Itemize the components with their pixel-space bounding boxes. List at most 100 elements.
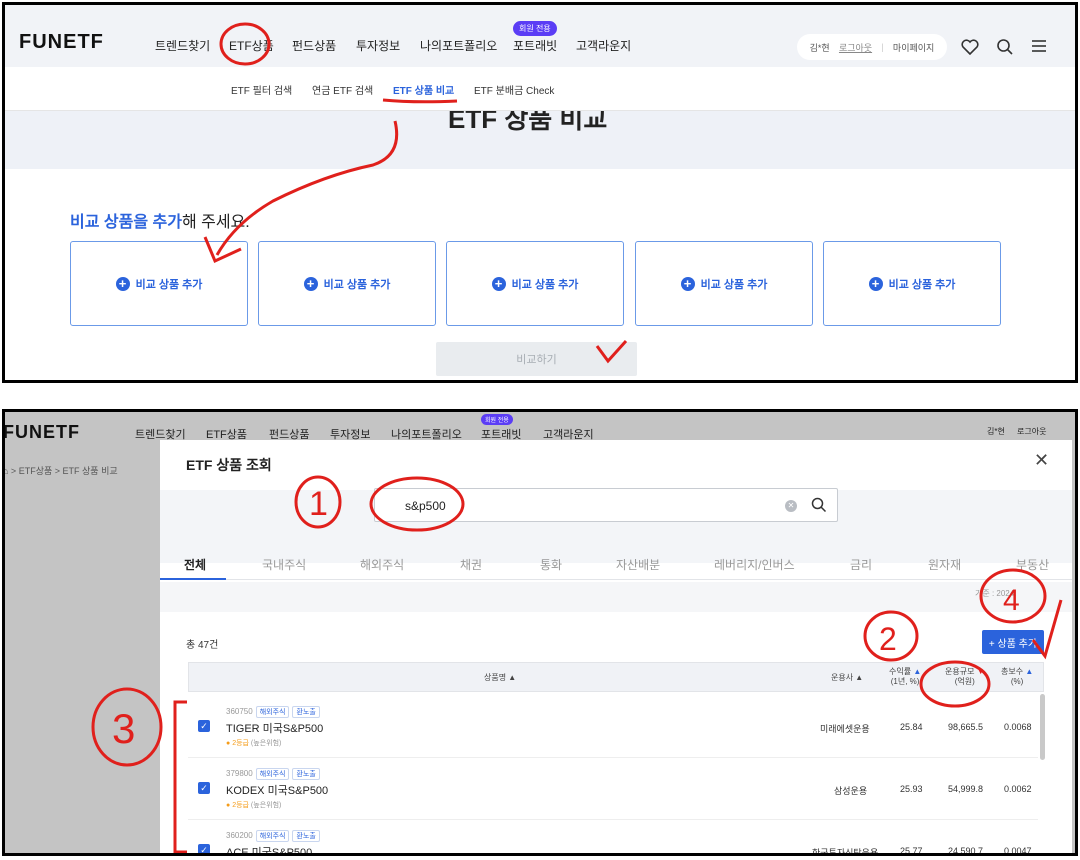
fee-cell: 0.0047 — [1004, 846, 1032, 856]
col-aum-unit: (억원) — [954, 677, 975, 686]
top-screenshot-panel: FUNETF 트렌드찾기 ETF상품 펀드상품 투자정보 나의포트폴리오 회원 … — [2, 2, 1078, 383]
add-prompt-highlight: 비교 상품을 추가 — [70, 214, 182, 231]
col-return-label: 수익률 — [889, 667, 912, 676]
company-cell: 미래에셋운용 — [820, 724, 870, 734]
add-product-label: 비교 상품 추가 — [700, 278, 768, 291]
filter-strip — [160, 582, 1072, 612]
tab-foreign-equity[interactable]: 해외주식 — [360, 556, 404, 573]
product-name[interactable]: TIGER 미국S&P500 — [226, 720, 323, 736]
tab-real-estate[interactable]: 부동산 — [1016, 556, 1049, 573]
logout-link: 로그아웃 — [1017, 427, 1047, 436]
table-header: 상품명 ▲ 운용사 ▲ 수익률 ▲ (1년, %) 운용규모 ▼ (억원) 총보수 … — [188, 662, 1044, 692]
user-name: 김*현 — [987, 427, 1005, 436]
page-title: ETF 상품 비교 — [448, 111, 608, 134]
aum-cell: 54,999.8 — [948, 784, 984, 794]
members-only-badge: 회원 전용 — [481, 414, 513, 425]
etf-search-modal: ETF 상품 조회 ✕ s&p500 ✕ 전체 국내주식 해외주식 채권 통화 … — [160, 440, 1072, 856]
members-only-badge: 회원 전용 — [513, 21, 557, 36]
subnav-pension-etf[interactable]: 연금 ETF 검색 — [312, 82, 373, 97]
sort-icon: ▲ — [913, 667, 922, 676]
col-return[interactable]: 수익률 ▲ (1년, %) — [889, 667, 921, 687]
funetf-logo: FUNETF — [3, 422, 80, 442]
hamburger-menu-icon[interactable] — [1031, 39, 1047, 53]
category-tabs: 전체 국내주식 해외주식 채권 통화 자산배분 레버리지/인버스 금리 원자재 … — [160, 548, 1072, 580]
plus-icon: + — [491, 276, 506, 291]
tab-domestic-equity[interactable]: 국내주식 — [262, 556, 306, 573]
compare-button[interactable]: 비교하기 — [436, 342, 637, 376]
add-product-card[interactable]: + 비교 상품 추가 — [635, 241, 813, 326]
add-product-card[interactable]: + 비교 상품 추가 — [446, 241, 624, 326]
tab-commodity[interactable]: 원자재 — [928, 556, 961, 573]
col-aum[interactable]: 운용규모 ▼ (억원) — [945, 667, 985, 687]
subnav-etf-compare[interactable]: ETF 상품 비교 — [393, 82, 454, 97]
search-icon[interactable] — [996, 38, 1014, 56]
nav-my-portfolio[interactable]: 나의포트폴리오 — [420, 37, 497, 54]
nav-customer-lounge[interactable]: 고객라운지 — [576, 37, 631, 54]
checkbox-checked[interactable]: ✓ — [198, 720, 210, 732]
add-prompt-rest: 해 주세요. — [181, 214, 250, 231]
add-product-button[interactable]: + 상품 추가 — [982, 630, 1044, 654]
nav-fund-products[interactable]: 펀드상품 — [292, 37, 336, 54]
search-icon[interactable] — [811, 497, 827, 513]
close-icon[interactable]: ✕ — [1034, 450, 1049, 471]
subnav-etf-filter[interactable]: ETF 필터 검색 — [231, 82, 292, 97]
scrollbar[interactable] — [1040, 694, 1045, 760]
tab-interest-rate[interactable]: 금리 — [850, 556, 872, 573]
tag: 환노출 — [292, 706, 320, 718]
active-tab-indicator — [160, 578, 226, 580]
fee-cell: 0.0068 — [1004, 722, 1032, 732]
product-code-line: 360200 해외주식 환노출 — [226, 830, 320, 842]
divider: | — [881, 42, 884, 52]
return-cell: 25.84 — [900, 722, 923, 732]
checkbox-checked[interactable]: ✓ — [198, 782, 210, 794]
col-product-name[interactable]: 상품명 ▲ — [484, 673, 516, 683]
bottom-screenshot-panel: FUNETF 트렌드찾기 ETF상품 펀드상품 투자정보 나의포트폴리오 회원 … — [2, 409, 1078, 856]
nav-etf-products[interactable]: ETF상품 — [229, 37, 274, 54]
add-product-card[interactable]: + 비교 상품 추가 — [258, 241, 436, 326]
col-return-unit: (1년, %) — [890, 677, 920, 686]
table-row[interactable]: ✓ 360200 해외주식 환노출 ACE 미국S&P500 한국투자신탁운용 25… — [188, 820, 1038, 856]
sort-desc-icon: ▼ — [976, 667, 985, 676]
funetf-logo[interactable]: FUNETF — [19, 31, 104, 54]
nav-trend[interactable]: 트렌드찾기 — [155, 37, 210, 54]
risk-grade-text: 2등급 — [232, 740, 249, 747]
product-name[interactable]: KODEX 미국S&P500 — [226, 782, 328, 798]
heart-icon[interactable] — [961, 39, 979, 55]
plus-icon: + — [115, 276, 130, 291]
tag: 해외주식 — [255, 768, 290, 780]
global-nav: FUNETF 트렌드찾기 ETF상품 펀드상품 투자정보 나의포트폴리오 회원 … — [5, 5, 1075, 67]
tab-currency[interactable]: 통화 — [540, 556, 562, 573]
page-banner: ETF 상품 비교 — [5, 111, 1075, 169]
company-cell: 삼성운용 — [834, 786, 868, 796]
nav-invest-info[interactable]: 투자정보 — [356, 37, 400, 54]
aum-cell: 98,665.5 — [948, 722, 984, 732]
breadcrumb: ⌂ > ETF상품 > ETF 상품 비교 — [3, 466, 118, 476]
tag: 환노출 — [292, 768, 320, 780]
subnav-distribution-check[interactable]: ETF 분배금 Check — [474, 82, 554, 97]
fee-cell: 0.0062 — [1004, 784, 1032, 794]
product-code-line: 360750 해외주식 환노출 — [226, 706, 320, 718]
search-input[interactable]: s&p500 ✕ — [374, 488, 838, 522]
col-fee[interactable]: 총보수 ▲ (%) — [1001, 667, 1033, 687]
col-company[interactable]: 운용사 ▲ — [831, 673, 863, 683]
checkbox-checked[interactable]: ✓ — [198, 844, 210, 853]
plus-icon: + — [680, 276, 695, 291]
col-aum-label: 운용규모 — [945, 667, 975, 676]
table-row[interactable]: ✓ 360750 해외주식 환노출 TIGER 미국S&P500 ● 2등급 (높은… — [188, 696, 1038, 758]
table-row[interactable]: ✓ 379800 해외주식 환노출 KODEX 미국S&P500 ● 2등급 (높은… — [188, 758, 1038, 820]
tab-all[interactable]: 전체 — [184, 556, 206, 573]
tab-asset-allocation[interactable]: 자산배분 — [616, 556, 660, 573]
product-name[interactable]: ACE 미국S&P500 — [226, 844, 312, 853]
add-prompt: 비교 상품을 추가해 주세요. — [70, 208, 250, 232]
clear-icon[interactable]: ✕ — [785, 500, 797, 512]
add-product-card[interactable]: + 비교 상품 추가 — [823, 241, 1001, 326]
tab-leverage-inverse[interactable]: 레버리지/인버스 — [714, 556, 795, 573]
add-product-card[interactable]: + 비교 상품 추가 — [70, 241, 248, 326]
mypage-link[interactable]: 마이페이지 — [893, 41, 934, 54]
tab-bond[interactable]: 채권 — [460, 556, 482, 573]
logout-link[interactable]: 로그아웃 — [839, 41, 872, 54]
col-fee-unit: (%) — [1010, 677, 1024, 686]
nav-portrabbit[interactable]: 포트래빗 — [513, 37, 557, 54]
result-count: 총 47건 — [186, 640, 219, 651]
company-cell: 한국투자신탁운용 — [812, 848, 879, 856]
